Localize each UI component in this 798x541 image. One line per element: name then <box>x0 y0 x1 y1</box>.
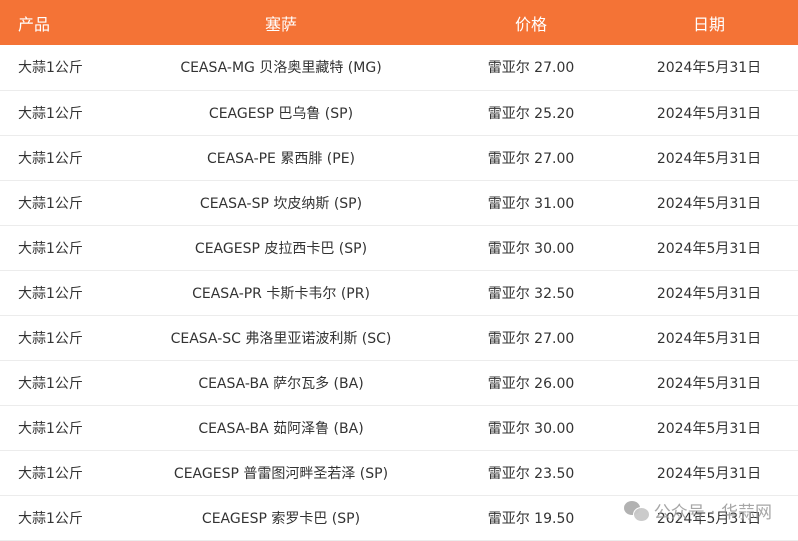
header-price: 价格 <box>514 14 547 34</box>
cell-price: 雷亚尔 25.20 <box>487 105 575 122</box>
cell-date: 2024年5月31日 <box>656 105 762 122</box>
cell-date: 2024年5月31日 <box>656 420 762 437</box>
cell-ceasa: CEASA-PE 累西腓 (PE) <box>206 150 356 167</box>
cell-price: 雷亚尔 32.50 <box>487 285 575 302</box>
cell-date: 2024年5月31日 <box>656 150 762 167</box>
cell-price: 雷亚尔 19.50 <box>487 510 575 527</box>
cell-ceasa: CEASA-PR 卡斯卡韦尔 (PR) <box>192 285 370 302</box>
cell-price: 雷亚尔 30.00 <box>487 240 575 257</box>
cell-ceasa: CEASA-SC 弗洛里亚诺波利斯 (SC) <box>170 330 392 347</box>
cell-date: 2024年5月31日 <box>656 240 762 257</box>
table-row: 大蒜1公斤 CEASA-SC 弗洛里亚诺波利斯 (SC) 雷亚尔 27.00 2… <box>0 315 798 360</box>
table-row: 大蒜1公斤 CEASA-PE 累西腓 (PE) 雷亚尔 27.00 2024年5… <box>0 135 798 180</box>
table-row: 大蒜1公斤 CEAGESP 普雷图河畔圣若泽 (SP) 雷亚尔 23.50 20… <box>0 450 798 495</box>
table-row: 大蒜1公斤 CEAGESP 皮拉西卡巴 (SP) 雷亚尔 30.00 2024年… <box>0 225 798 270</box>
table-row: 大蒜1公斤 CEASA-SP 坎皮纳斯 (SP) 雷亚尔 31.00 2024年… <box>0 180 798 225</box>
cell-ceasa: CEASA-BA 萨尔瓦多 (BA) <box>198 375 364 392</box>
cell-product: 大蒜1公斤 <box>18 60 83 77</box>
cell-price: 雷亚尔 23.50 <box>487 465 575 482</box>
cell-ceasa: CEAGESP 普雷图河畔圣若泽 (SP) <box>173 465 389 482</box>
table-row: 大蒜1公斤 CEASA-BA 茹阿泽鲁 (BA) 雷亚尔 30.00 2024年… <box>0 405 798 450</box>
cell-ceasa: CEASA-MG 贝洛奥里藏特 (MG) <box>180 60 382 77</box>
cell-price: 雷亚尔 27.00 <box>487 330 575 347</box>
cell-date: 2024年5月31日 <box>656 60 762 77</box>
watermark-text: 公众号 · 华蒜网 <box>653 503 772 523</box>
cell-price: 雷亚尔 27.00 <box>487 60 575 77</box>
cell-product: 大蒜1公斤 <box>18 150 83 167</box>
cell-date: 2024年5月31日 <box>656 195 762 212</box>
cell-price: 雷亚尔 26.00 <box>487 375 575 392</box>
cell-date: 2024年5月31日 <box>656 465 762 482</box>
header-row: 产品 塞萨 价格 日期 <box>0 0 798 45</box>
cell-ceasa: CEAGESP 索罗卡巴 (SP) <box>201 510 361 527</box>
price-table-container: 产品 塞萨 价格 日期 大蒜1公斤 CEASA-MG 贝洛奥里藏特 (MG) 雷… <box>0 0 798 541</box>
header-ceasa: 塞萨 <box>264 14 297 34</box>
cell-date: 2024年5月31日 <box>656 285 762 302</box>
cell-product: 大蒜1公斤 <box>18 510 83 527</box>
header-product: 产品 <box>18 14 51 34</box>
cell-product: 大蒜1公斤 <box>18 105 83 122</box>
cell-product: 大蒜1公斤 <box>18 465 83 482</box>
header-date: 日期 <box>692 14 725 34</box>
wechat-icon <box>623 500 650 522</box>
table-header: 产品 塞萨 价格 日期 <box>0 0 798 45</box>
table-row: 大蒜1公斤 CEASA-MG 贝洛奥里藏特 (MG) 雷亚尔 27.00 202… <box>0 45 798 90</box>
cell-product: 大蒜1公斤 <box>18 375 83 392</box>
cell-product: 大蒜1公斤 <box>18 195 83 212</box>
cell-product: 大蒜1公斤 <box>18 330 83 347</box>
cell-ceasa: CEAGESP 巴乌鲁 (SP) <box>208 105 354 122</box>
cell-product: 大蒜1公斤 <box>18 420 83 437</box>
cell-ceasa: CEAGESP 皮拉西卡巴 (SP) <box>194 240 368 257</box>
watermark: 公众号 · 华蒜网 <box>623 498 772 523</box>
table-row: 大蒜1公斤 CEASA-PR 卡斯卡韦尔 (PR) 雷亚尔 32.50 2024… <box>0 270 798 315</box>
cell-price: 雷亚尔 27.00 <box>487 150 575 167</box>
cell-product: 大蒜1公斤 <box>18 285 83 302</box>
cell-ceasa: CEASA-SP 坎皮纳斯 (SP) <box>199 195 363 212</box>
cell-product: 大蒜1公斤 <box>18 240 83 257</box>
price-table: 产品 塞萨 价格 日期 大蒜1公斤 CEASA-MG 贝洛奥里藏特 (MG) 雷… <box>0 0 798 541</box>
table-row: 大蒜1公斤 CEAGESP 巴乌鲁 (SP) 雷亚尔 25.20 2024年5月… <box>0 90 798 135</box>
cell-price: 雷亚尔 30.00 <box>487 420 575 437</box>
cell-date: 2024年5月31日 <box>656 330 762 347</box>
cell-ceasa: CEASA-BA 茹阿泽鲁 (BA) <box>198 420 364 437</box>
cell-price: 雷亚尔 31.00 <box>487 195 575 212</box>
table-body: 大蒜1公斤 CEASA-MG 贝洛奥里藏特 (MG) 雷亚尔 27.00 202… <box>0 45 798 540</box>
cell-date: 2024年5月31日 <box>656 375 762 392</box>
table-row: 大蒜1公斤 CEASA-BA 萨尔瓦多 (BA) 雷亚尔 26.00 2024年… <box>0 360 798 405</box>
